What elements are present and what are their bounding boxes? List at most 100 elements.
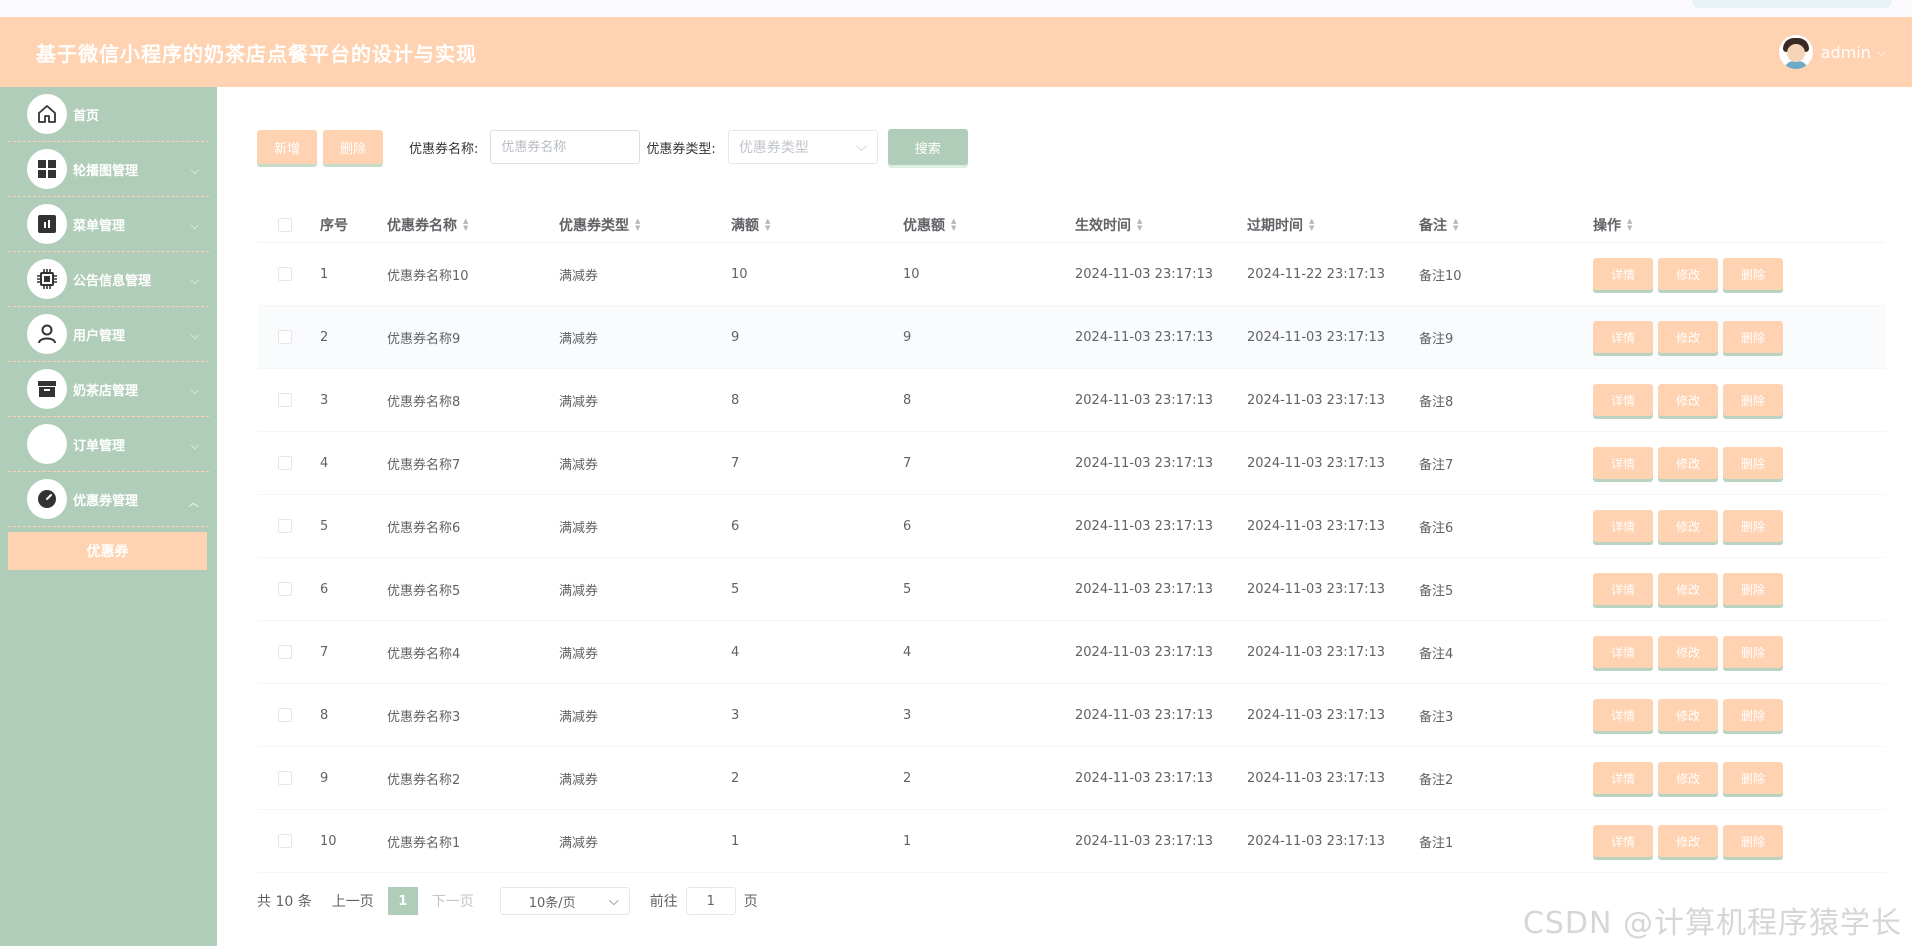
- edit-button[interactable]: 修改: [1658, 258, 1718, 290]
- delete-button[interactable]: 删除: [1723, 384, 1783, 416]
- col-start[interactable]: 生效时间 ▲ ▼: [1067, 215, 1239, 235]
- detail-button[interactable]: 详情: [1593, 573, 1653, 605]
- row-select[interactable]: [257, 330, 312, 344]
- sidebar-item-7[interactable]: 优惠券管理 ︿: [8, 472, 209, 527]
- row-checkbox[interactable]: [277, 834, 292, 848]
- sidebar-subitem-coupon[interactable]: 优惠券: [8, 532, 207, 570]
- row-select[interactable]: [257, 456, 312, 470]
- row-select[interactable]: [257, 582, 312, 596]
- coupon-name-input[interactable]: [490, 130, 641, 164]
- row-checkbox[interactable]: [277, 771, 292, 785]
- col-type[interactable]: 优惠券类型 ▲ ▼: [551, 215, 723, 235]
- app-header: 基于微信小程序的奶茶店点餐平台的设计与实现 admin ⌵: [0, 17, 1912, 87]
- cell-ops: 详情 修改 删除: [1583, 573, 1885, 605]
- edit-button[interactable]: 修改: [1658, 510, 1718, 542]
- prev-page-button[interactable]: 上一页: [332, 891, 374, 911]
- page-number-current[interactable]: 1: [387, 887, 418, 915]
- row-checkbox[interactable]: [277, 330, 292, 344]
- bulk-delete-button[interactable]: 删除: [323, 130, 384, 164]
- cell-start: 2024-11-03 23:17:13: [1075, 518, 1214, 534]
- col-name[interactable]: 优惠券名称 ▲ ▼: [379, 215, 551, 235]
- delete-button[interactable]: 删除: [1723, 636, 1783, 668]
- detail-button[interactable]: 详情: [1593, 384, 1653, 416]
- col-note[interactable]: 备注 ▲ ▼: [1411, 215, 1583, 235]
- row-select[interactable]: [257, 645, 312, 659]
- table-header: 序号 优惠券名称 ▲ ▼ 优惠券类型 ▲ ▼ 满额 ▲ ▼ 优惠额 ▲ ▼ 生效时间 ▲ ▼ 过期时…: [257, 207, 1885, 243]
- cell-index: 4: [320, 455, 329, 471]
- name-filter-label: 优惠券名称:: [409, 141, 479, 157]
- add-button[interactable]: 新增: [257, 130, 318, 164]
- edit-button[interactable]: 修改: [1658, 573, 1718, 605]
- col-end[interactable]: 过期时间 ▲ ▼: [1239, 215, 1411, 235]
- sidebar-item-0[interactable]: 首页: [8, 87, 209, 142]
- detail-button[interactable]: 详情: [1593, 699, 1653, 731]
- cell-ops: 详情 修改 删除: [1583, 636, 1885, 668]
- edit-button[interactable]: 修改: [1658, 762, 1718, 794]
- coupon-type-select[interactable]: 优惠券类型 ⌵: [727, 130, 878, 164]
- coupon-type-placeholder: 优惠券类型: [738, 140, 809, 156]
- delete-button[interactable]: 删除: [1723, 699, 1783, 731]
- detail-button[interactable]: 详情: [1593, 636, 1653, 668]
- header-select-all[interactable]: [257, 217, 312, 232]
- row-select[interactable]: [257, 708, 312, 722]
- col-full[interactable]: 满额 ▲ ▼: [723, 215, 895, 235]
- delete-button[interactable]: 删除: [1723, 825, 1783, 857]
- row-checkbox[interactable]: [277, 519, 292, 533]
- edit-button[interactable]: 修改: [1658, 699, 1718, 731]
- page-size-select[interactable]: 10条/页 ⌵: [499, 887, 630, 915]
- delete-button[interactable]: 删除: [1723, 573, 1783, 605]
- row-checkbox[interactable]: [277, 267, 292, 281]
- row-select[interactable]: [257, 393, 312, 407]
- select-all-checkbox[interactable]: [277, 217, 292, 232]
- edit-button[interactable]: 修改: [1658, 321, 1718, 353]
- delete-button[interactable]: 删除: [1723, 762, 1783, 794]
- row-checkbox[interactable]: [277, 708, 292, 722]
- delete-button[interactable]: 删除: [1723, 447, 1783, 479]
- edit-button[interactable]: 修改: [1658, 636, 1718, 668]
- cell-type: 满减券: [559, 457, 599, 473]
- sidebar-item-6[interactable]: 订单管理 ⌵: [8, 417, 209, 472]
- delete-button[interactable]: 删除: [1723, 258, 1783, 290]
- sidebar-item-3[interactable]: 公告信息管理 ⌵: [8, 252, 209, 307]
- cell-name: 优惠券名称4: [387, 646, 461, 662]
- edit-button[interactable]: 修改: [1658, 825, 1718, 857]
- detail-button[interactable]: 详情: [1593, 762, 1653, 794]
- row-select[interactable]: [257, 834, 312, 848]
- cell-end: 2024-11-03 23:17:13: [1247, 833, 1386, 849]
- cell-index: 8: [320, 707, 329, 723]
- row-checkbox[interactable]: [277, 393, 292, 407]
- chevron-icon: ⌵: [190, 164, 199, 177]
- row-select[interactable]: [257, 519, 312, 533]
- edit-button[interactable]: 修改: [1658, 447, 1718, 479]
- edit-button[interactable]: 修改: [1658, 384, 1718, 416]
- sidebar-item-1[interactable]: 轮播图管理 ⌵: [8, 142, 209, 197]
- detail-button[interactable]: 详情: [1593, 258, 1653, 290]
- search-button[interactable]: 搜索: [887, 129, 968, 165]
- col-amount[interactable]: 优惠额 ▲ ▼: [895, 215, 1067, 235]
- table-row: 9 优惠券名称2 满减券 2 2 2024-11-03 23:17:13 2024-11-0…: [257, 747, 1885, 810]
- cell-name: 优惠券名称3: [387, 709, 461, 725]
- row-select[interactable]: [257, 771, 312, 785]
- delete-button[interactable]: 删除: [1723, 510, 1783, 542]
- detail-button[interactable]: 详情: [1593, 510, 1653, 542]
- next-page-button[interactable]: 下一页: [432, 891, 474, 911]
- row-checkbox[interactable]: [277, 456, 292, 470]
- row-checkbox[interactable]: [277, 582, 292, 596]
- cell-amount: 7: [903, 455, 912, 471]
- detail-button[interactable]: 详情: [1593, 321, 1653, 353]
- detail-button[interactable]: 详情: [1593, 447, 1653, 479]
- delete-button[interactable]: 删除: [1723, 321, 1783, 353]
- col-ops[interactable]: 操作 ▲ ▼: [1583, 215, 1885, 235]
- user-menu[interactable]: admin ⌵: [1778, 35, 1886, 69]
- sidebar-item-4[interactable]: 用户管理 ⌵: [8, 307, 209, 362]
- goto-page-input[interactable]: [685, 887, 736, 915]
- cell-start: 2024-11-03 23:17:13: [1075, 770, 1214, 786]
- sidebar-item-label: 奶茶店管理: [73, 383, 139, 399]
- sidebar-item-2[interactable]: 菜单管理 ⌵: [8, 197, 209, 252]
- row-checkbox[interactable]: [277, 645, 292, 659]
- detail-button[interactable]: 详情: [1593, 825, 1653, 857]
- row-select[interactable]: [257, 267, 312, 281]
- sidebar-item-label: 菜单管理: [73, 218, 126, 234]
- home-icon: [27, 94, 67, 134]
- sidebar-item-5[interactable]: 奶茶店管理 ⌵: [8, 362, 209, 417]
